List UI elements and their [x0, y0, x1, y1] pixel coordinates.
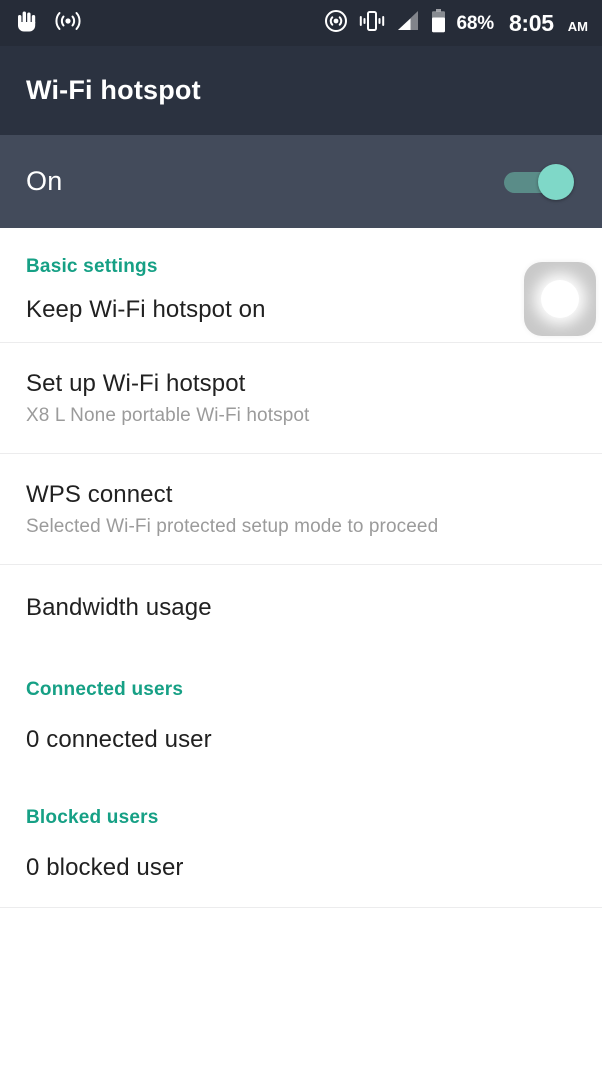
list-item-title: Keep Wi-Fi hotspot on	[26, 296, 266, 323]
list-item-blocked-users[interactable]: 0 blocked user	[0, 829, 602, 907]
connected-users-value: 0 connected user	[26, 726, 212, 753]
divider	[0, 907, 602, 908]
touch-pointer-indicator	[524, 262, 596, 336]
phone-screen: 68% 8:05 AM Wi-Fi hotspot On Basic setti…	[0, 0, 602, 1070]
list-item-subtitle: X8 L None portable Wi-Fi hotspot	[26, 404, 310, 426]
app-title-bar: Wi-Fi hotspot	[0, 46, 602, 135]
toggle-thumb	[538, 163, 574, 200]
page-title: Wi-Fi hotspot	[26, 75, 201, 105]
section-header-basic-settings: Basic settings	[26, 256, 158, 277]
list-item-connected-users[interactable]: 0 connected user	[0, 701, 602, 779]
status-bar-left-icons	[16, 9, 82, 38]
section-header-blocked-users: Blocked users	[26, 807, 159, 828]
list-item-bandwidth-usage[interactable]: Bandwidth usage	[0, 565, 602, 651]
section-header-connected-users: Connected users	[26, 679, 184, 700]
hotspot-master-toggle-row[interactable]: On	[0, 135, 602, 228]
vibrate-icon	[359, 10, 385, 37]
battery-icon	[431, 8, 446, 38]
list-item-wps-connect[interactable]: WPS connect Selected Wi-Fi protected set…	[0, 454, 602, 564]
list-item-keep-hotspot-on[interactable]: Keep Wi-Fi hotspot on	[0, 278, 602, 342]
clock-ampm: AM	[567, 18, 588, 34]
hotspot-icon	[324, 9, 348, 38]
touch-pointer-dot	[541, 280, 579, 318]
list-item-title: WPS connect	[26, 480, 173, 508]
status-bar-right-icons: 68% 8:05 AM	[324, 8, 588, 38]
broadcast-icon	[54, 10, 82, 37]
list-item-title: Set up Wi-Fi hotspot	[26, 369, 246, 397]
list-item-subtitle: Selected Wi-Fi protected setup mode to p…	[26, 515, 439, 537]
list-item-title: Bandwidth usage	[26, 594, 212, 621]
hand-icon	[16, 9, 38, 38]
settings-list: Basic settings Keep Wi-Fi hotspot on Set…	[0, 228, 602, 908]
battery-percent-label: 68%	[456, 12, 495, 34]
hotspot-toggle-switch[interactable]	[504, 163, 574, 200]
blocked-users-value: 0 blocked user	[26, 854, 184, 881]
list-item-set-up-hotspot[interactable]: Set up Wi-Fi hotspot X8 L None portable …	[0, 343, 602, 453]
hotspot-state-label: On	[26, 166, 63, 196]
clock-time: 8:05	[508, 9, 554, 36]
signal-icon	[396, 10, 420, 36]
status-bar: 68% 8:05 AM	[0, 0, 602, 46]
